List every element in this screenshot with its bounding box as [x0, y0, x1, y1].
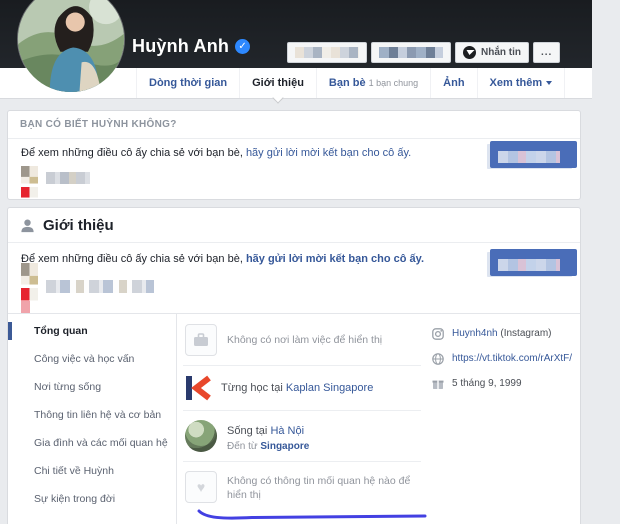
about-nav-overview[interactable]: Tổng quan	[8, 317, 176, 345]
tab-photos[interactable]: Ảnh	[431, 68, 477, 98]
label: Thông tin liên hệ và cơ bản	[34, 409, 161, 421]
chevron-down-icon	[546, 81, 552, 85]
label: Chi tiết về Huỳnh	[34, 465, 114, 477]
more-actions-button[interactable]: ...	[533, 42, 560, 63]
places-text: Sống tại Hà Nội Đến từ Singapore	[227, 421, 309, 452]
about-nav-places[interactable]: Nơi từng sống	[8, 373, 176, 401]
from-line: Đến từ Singapore	[227, 441, 309, 452]
tab-photos-label: Ảnh	[443, 77, 464, 89]
know-card-title: BẠN CÓ BIẾT HUỲNH KHÔNG?	[8, 111, 580, 139]
instagram-label: (Instagram)	[500, 328, 551, 339]
heart-glyph: ♥	[197, 480, 205, 494]
instagram-icon	[431, 327, 444, 340]
send-friend-request-link[interactable]: hãy gửi lời mời kết bạn cho cô ấy.	[246, 147, 411, 159]
birthday-row: 5 tháng 9, 1999	[431, 377, 580, 390]
about-intro-text: Để xem những điều cô ấy chia sẻ với bạn …	[21, 253, 424, 265]
kaplan-logo-icon	[185, 375, 211, 401]
education-text: Từng học tại Kaplan Singapore	[221, 382, 373, 394]
instagram-handle-link[interactable]: Huynh4nh	[452, 328, 498, 339]
briefcase-icon	[185, 324, 217, 356]
relationship-empty-text: Không có thông tin mối quan hệ nào để hi…	[227, 474, 413, 502]
from-place-link[interactable]: Singapore	[260, 441, 309, 452]
work-empty-text: Không có nơi làm việc để hiển thị	[227, 333, 382, 347]
birthday-text: 5 tháng 9, 1999	[452, 378, 522, 389]
redacted-action-button-1[interactable]	[287, 42, 367, 63]
tab-more[interactable]: Xem thêm	[478, 68, 566, 98]
about-card-intro: Để xem những điều cô ấy chia sẻ với bạn …	[8, 243, 580, 314]
lives-prefix: Sống tại	[227, 425, 267, 437]
from-prefix: Đến từ	[227, 441, 258, 452]
message-button-label: Nhắn tin	[481, 47, 521, 58]
about-nav-work-education[interactable]: Công việc và học vấn	[8, 345, 176, 373]
about-nav: Tổng quan Công việc và học vấn Nơi từng …	[8, 313, 177, 524]
about-card: Giới thiệu Để xem những điều cô ấy chia …	[7, 207, 581, 524]
tab-timeline-label: Dòng thời gian	[149, 77, 227, 89]
hanoi-photo-thumbnail[interactable]	[185, 420, 217, 452]
tiktok-link[interactable]: https://vt.tiktok.com/rArXtF/	[452, 353, 572, 364]
work-row: Không có nơi làm việc để hiển thị	[183, 315, 421, 366]
education-row: Từng học tại Kaplan Singapore	[183, 366, 421, 411]
redacted-pixels	[295, 47, 359, 58]
label: Sự kiện trong đời	[34, 493, 115, 505]
send-friend-request-link[interactable]: hãy gửi lời mời kết bạn cho cô ấy.	[246, 253, 424, 265]
education-school-link[interactable]: Kaplan Singapore	[286, 382, 373, 394]
about-intro-text-plain: Để xem những điều cô ấy chia sẻ với bạn …	[21, 253, 243, 265]
redacted-pixels	[379, 47, 443, 58]
know-card-text-plain: Để xem những điều cô ấy chia sẻ với bạn …	[21, 147, 243, 159]
facebook-profile-page: Huỳnh Anh ✓ Nhắn tin ... Dòng thời gian …	[0, 0, 620, 524]
education-prefix: Từng học tại	[221, 382, 283, 394]
overview-column: Không có nơi làm việc để hiển thị Từng h…	[177, 313, 421, 524]
profile-action-buttons: Nhắn tin ...	[287, 42, 560, 63]
instagram-text: Huynh4nh (Instagram)	[452, 328, 552, 339]
redacted-blue-button[interactable]	[490, 249, 577, 276]
redacted-text	[46, 280, 154, 293]
globe-icon	[431, 352, 444, 365]
messenger-icon	[463, 46, 476, 59]
about-nav-overview-label: Tổng quan	[34, 325, 88, 337]
label: Công việc và học vấn	[34, 353, 134, 365]
ellipsis-icon: ...	[541, 47, 552, 58]
know-card-text: Để xem những điều cô ấy chia sẻ với bạn …	[21, 147, 411, 159]
redacted-avatar	[21, 263, 38, 301]
know-card: BẠN CÓ BIẾT HUỲNH KHÔNG? Để xem những đi…	[7, 110, 581, 200]
redacted-action-button-2[interactable]	[371, 42, 451, 63]
tab-about-label: Giới thiệu	[252, 77, 304, 89]
instagram-row: Huynh4nh (Instagram)	[431, 327, 580, 340]
about-columns: Tổng quan Công việc và học vấn Nơi từng …	[8, 313, 580, 524]
heart-icon: ♥	[185, 471, 217, 503]
tab-friends-label: Bạn bè	[329, 77, 366, 89]
redacted-avatar	[21, 166, 38, 198]
about-nav-life-events[interactable]: Sự kiện trong đời	[8, 485, 176, 513]
know-card-body: Để xem những điều cô ấy chia sẻ với bạn …	[8, 139, 580, 199]
lives-in-line: Sống tại Hà Nội	[227, 425, 304, 437]
active-tab-pointer	[272, 92, 283, 103]
label: Nơi từng sống	[34, 381, 101, 393]
relationship-row: ♥ Không có thông tin mối quan hệ nào để …	[183, 462, 421, 512]
tab-friends[interactable]: Bạn bè1 bạn chung	[317, 68, 431, 98]
places-row: Sống tại Hà Nội Đến từ Singapore	[183, 411, 421, 462]
profile-name: Huỳnh Anh ✓	[132, 36, 250, 57]
profile-name-text: Huỳnh Anh	[132, 36, 229, 57]
about-card-header: Giới thiệu	[8, 208, 580, 243]
message-button[interactable]: Nhắn tin	[455, 42, 529, 63]
tab-more-label: Xem thêm	[490, 77, 543, 89]
active-nav-indicator	[8, 322, 12, 340]
gift-icon	[431, 377, 444, 390]
about-nav-details[interactable]: Chi tiết về Huỳnh	[8, 457, 176, 485]
label: Gia đình và các mối quan hệ	[34, 437, 168, 449]
redacted-blue-button[interactable]	[490, 141, 577, 168]
profile-tabs: Dòng thời gian Giới thiệu Bạn bè1 bạn ch…	[136, 68, 592, 98]
tab-timeline[interactable]: Dòng thời gian	[136, 68, 240, 98]
verified-badge-icon: ✓	[235, 39, 250, 54]
lives-city-link[interactable]: Hà Nội	[270, 425, 304, 437]
website-row: https://vt.tiktok.com/rArXtF/	[431, 352, 580, 365]
tab-about[interactable]: Giới thiệu	[240, 68, 317, 98]
about-card-title: Giới thiệu	[43, 217, 114, 234]
contact-column: Huynh4nh (Instagram) https://vt.tiktok.c…	[421, 313, 580, 524]
about-nav-family[interactable]: Gia đình và các mối quan hệ	[8, 429, 176, 457]
user-silhouette-icon	[20, 218, 35, 233]
mutual-friends-count: 1 bạn chung	[369, 78, 419, 88]
about-nav-contact-basic[interactable]: Thông tin liên hệ và cơ bản	[8, 401, 176, 429]
redacted-text	[46, 172, 90, 184]
